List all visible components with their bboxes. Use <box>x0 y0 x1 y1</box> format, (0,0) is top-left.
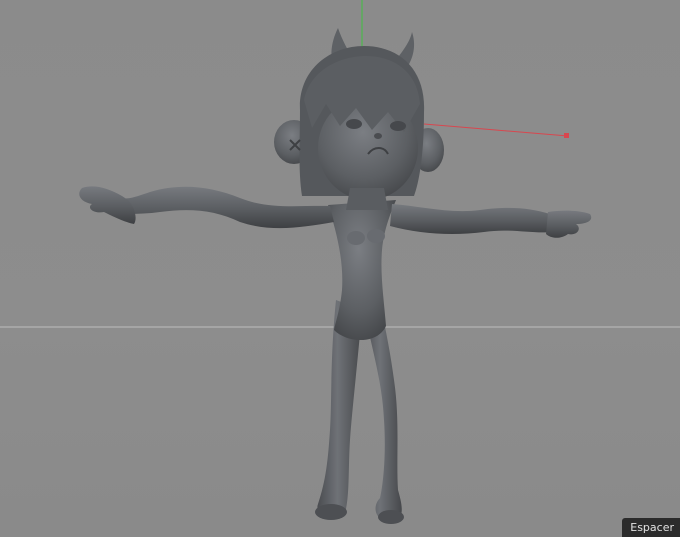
coordinate-space-label[interactable]: Espacer <box>622 518 680 537</box>
x-axis-handle[interactable] <box>564 133 569 138</box>
character-right-arm[interactable] <box>390 204 592 238</box>
character-head[interactable] <box>274 28 444 210</box>
character-left-arm[interactable] <box>79 186 334 229</box>
character-torso[interactable] <box>328 200 396 341</box>
3d-viewport[interactable]: Espacer <box>0 0 680 537</box>
x-axis-line <box>423 123 569 137</box>
viewport-scene[interactable] <box>0 0 680 537</box>
